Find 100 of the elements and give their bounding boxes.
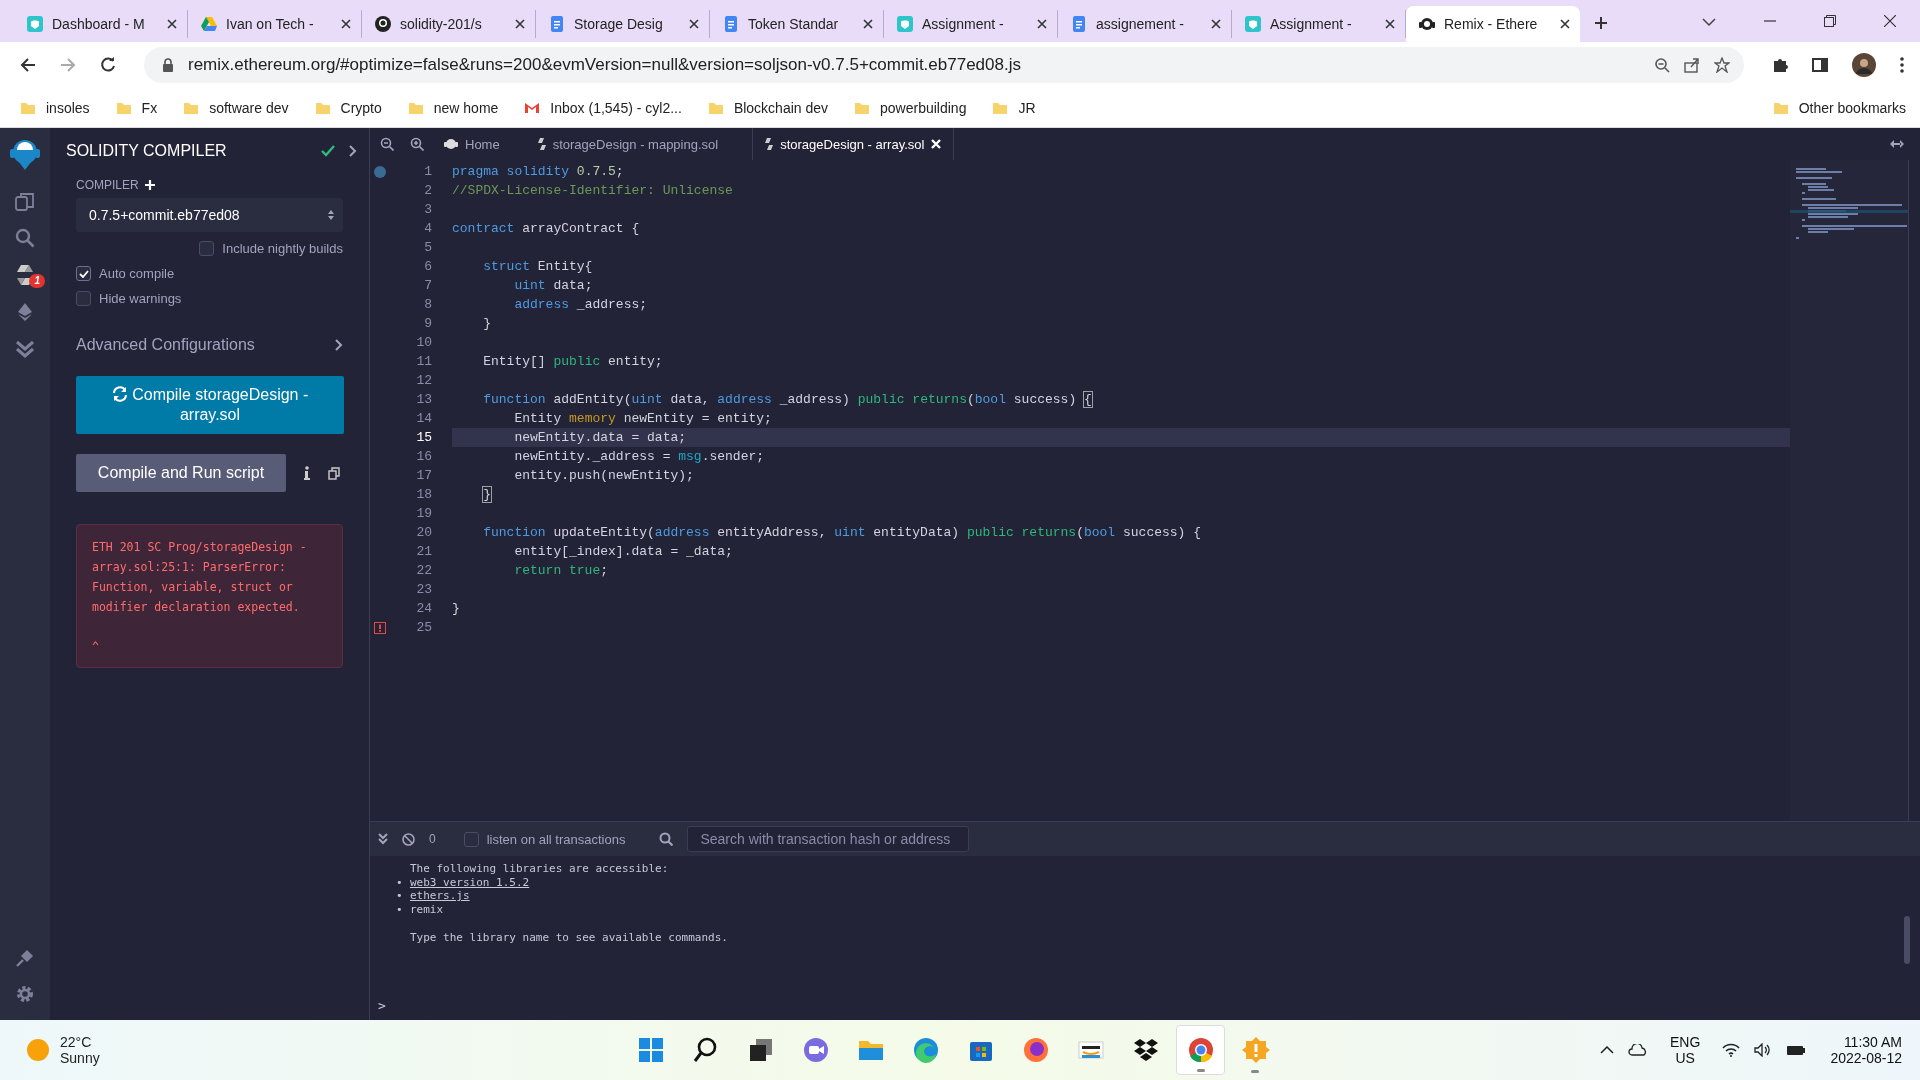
close-icon[interactable] <box>863 19 873 29</box>
ethereum-icon[interactable] <box>15 302 35 322</box>
zoom-out-icon[interactable] <box>1654 57 1670 73</box>
copy-icon[interactable] <box>328 466 340 480</box>
side-panel-icon[interactable] <box>1812 57 1828 73</box>
expand-icon[interactable] <box>1890 140 1904 148</box>
checkbox[interactable] <box>76 266 91 281</box>
line-number: 15 <box>415 430 433 445</box>
list-bullet: • <box>396 889 402 903</box>
close-icon[interactable] <box>515 19 525 29</box>
lock-icon <box>162 58 174 72</box>
terminal-text: Type the library name to see available commands. <box>410 931 729 945</box>
share-icon[interactable] <box>1684 57 1700 73</box>
browser-tab[interactable]: solidity-201/s <box>362 10 536 38</box>
wifi-icon[interactable] <box>1722 1043 1741 1057</box>
address-bar[interactable]: remix.ethereum.org/#optimize=false&runs=200&evmVersion=null&version=soljson-v0.7.5+commit.eb77ed08.js <box>144 47 1744 83</box>
bookmark[interactable]: powerbuilding <box>854 99 967 116</box>
browser-tab[interactable]: assignement - <box>1058 10 1232 38</box>
chevron-up-icon[interactable] <box>1600 1046 1615 1054</box>
browser-tab[interactable]: Storage Desig <box>536 10 710 38</box>
library-link[interactable]: ethers.js <box>410 889 470 903</box>
battery-icon[interactable] <box>1786 1044 1807 1056</box>
compile-button[interactable]: Compile storageDesign - array.sol <box>76 376 344 434</box>
volume-icon[interactable] <box>1754 1043 1773 1057</box>
bookmark[interactable]: Blockchain dev <box>707 99 829 116</box>
close-icon[interactable] <box>1385 19 1395 29</box>
avatar[interactable] <box>1852 53 1876 77</box>
bookmark[interactable]: software dev <box>183 99 289 116</box>
browser-tab[interactable]: Assignment - <box>884 10 1058 38</box>
advanced-configurations-toggle[interactable]: Advanced Configurations <box>76 336 343 354</box>
zoom-out-icon[interactable] <box>380 137 394 151</box>
line-number: 9 <box>423 316 433 331</box>
panel-title: SOLIDITY COMPILER <box>66 142 227 160</box>
clear-icon[interactable] <box>402 832 415 846</box>
checkbox-label: Auto compile <box>99 266 175 281</box>
bookmark[interactable]: Other bookmarks <box>1772 99 1906 116</box>
solidity-icon[interactable] <box>15 264 35 286</box>
menu-icon[interactable] <box>1900 57 1904 73</box>
browser-tab[interactable]: Token Standar <box>710 10 884 38</box>
files-icon[interactable] <box>15 192 35 212</box>
chevron-down-icon[interactable] <box>1702 17 1716 27</box>
close-icon[interactable] <box>1884 15 1896 27</box>
run-script-button[interactable]: Compile and Run script <box>76 454 286 492</box>
editor-tab[interactable]: storageDesign - mapping.sol <box>533 128 737 160</box>
close-icon[interactable] <box>167 19 177 29</box>
star-icon[interactable] <box>1714 57 1730 73</box>
bookmark[interactable]: insoles <box>20 99 90 116</box>
restore-icon[interactable] <box>1824 15 1836 27</box>
back-arrow-icon[interactable] <box>20 57 36 73</box>
compiler-select[interactable]: 0.7.5+commit.eb77ed08 <box>76 198 343 232</box>
region[interactable]: US <box>1675 1050 1695 1066</box>
pending-count: 0 <box>429 832 436 846</box>
checkbox[interactable] <box>76 291 91 306</box>
bookmark-label: JR <box>1018 99 1036 116</box>
weather-condition: Sunny <box>60 1050 100 1066</box>
reload-icon[interactable] <box>100 57 116 73</box>
bookmark[interactable]: Fx <box>115 99 158 116</box>
cloud-icon[interactable] <box>1628 1044 1649 1056</box>
browser-tab[interactable]: Assignment - <box>1232 10 1406 38</box>
bookmark[interactable]: new home <box>407 99 499 116</box>
clock-date[interactable]: 2022-08-12 <box>1830 1050 1902 1066</box>
code-line: uint data; <box>513 278 593 293</box>
zoom-in-icon[interactable] <box>410 137 424 151</box>
double-check-icon[interactable] <box>15 338 35 358</box>
editor-tab[interactable]: Home <box>440 128 518 160</box>
clock-time[interactable]: 11:30 AM <box>1843 1034 1902 1050</box>
close-icon[interactable] <box>1037 19 1047 29</box>
info-icon[interactable] <box>304 466 310 480</box>
search-icon[interactable] <box>15 228 35 248</box>
close-icon[interactable] <box>689 19 699 29</box>
library-link[interactable]: web3 version 1.5.2 <box>410 875 530 889</box>
tab-title: Remix - Ethere <box>1444 16 1539 32</box>
search-field[interactable]: Search with transaction hash or address <box>687 826 970 852</box>
tab-title: Assignment - <box>922 16 1005 32</box>
bookmark[interactable]: Inbox (1,545) - cyl2... <box>524 99 682 116</box>
close-icon[interactable] <box>341 19 351 29</box>
settings-icon[interactable] <box>15 984 35 1004</box>
code-line: } <box>452 601 460 616</box>
code-line: return true; <box>513 563 609 578</box>
code-line: Entity memory newEntity = entity; <box>513 411 772 426</box>
puzzle-icon[interactable] <box>1772 57 1788 73</box>
language[interactable]: ENG <box>1670 1034 1701 1050</box>
list-bullet: • <box>396 902 402 916</box>
bookmark[interactable]: JR <box>992 99 1036 116</box>
browser-tab[interactable]: Remix - Ethere <box>1406 6 1580 42</box>
close-icon[interactable] <box>1560 19 1570 29</box>
plus-icon[interactable] <box>1594 16 1608 30</box>
collapse-icon[interactable] <box>378 833 388 845</box>
checkbox[interactable] <box>463 831 479 847</box>
tab-title: Ivan on Tech - <box>226 16 315 32</box>
browser-tab[interactable]: Ivan on Tech - <box>188 10 362 38</box>
line-number: 10 <box>415 335 433 350</box>
checkbox[interactable] <box>199 241 215 256</box>
editor-tab[interactable]: storageDesign - array.sol <box>752 128 955 160</box>
close-icon[interactable] <box>1211 19 1221 29</box>
chevron-right-icon[interactable] <box>349 145 357 157</box>
code-line: } <box>482 487 492 502</box>
bookmark[interactable]: Crypto <box>314 99 382 116</box>
browser-tab[interactable]: Dashboard - M <box>14 10 188 38</box>
plug-icon[interactable] <box>15 948 35 968</box>
